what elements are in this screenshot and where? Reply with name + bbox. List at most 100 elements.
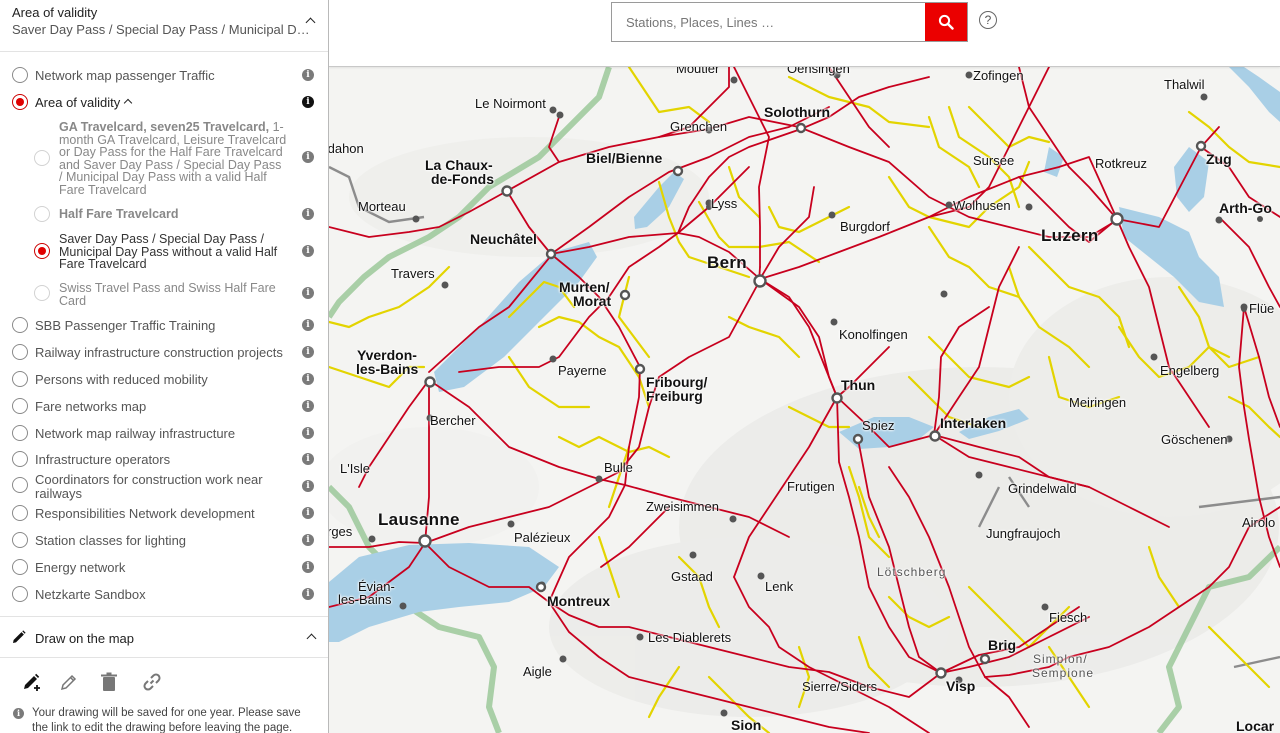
- layer-item-infrastructure-operators[interactable]: Infrastructure operators i: [0, 451, 328, 469]
- place-label: Le Noirmont: [475, 96, 546, 111]
- place-label: Lyss: [711, 196, 738, 211]
- sublayer-item-swiss-travel-pass[interactable]: Swiss Travel Pass and Swiss Half Fare Ca…: [0, 280, 328, 308]
- info-icon[interactable]: i: [302, 400, 314, 412]
- place-label: Luzern: [1041, 226, 1099, 245]
- layer-radio[interactable]: [12, 398, 28, 414]
- layer-item-netzkarte-sandbox[interactable]: Netzkarte Sandbox i: [0, 586, 328, 604]
- info-icon[interactable]: i: [302, 151, 314, 163]
- layer-item-construction-coordinators[interactable]: Coordinators for construction work near …: [0, 472, 328, 502]
- layer-item-fare-networks[interactable]: Fare networks map i: [0, 398, 328, 416]
- info-icon[interactable]: i: [302, 96, 314, 108]
- place-label: Sion: [731, 717, 762, 733]
- sublayer-item-half-fare-travelcard[interactable]: Half Fare Travelcard i: [0, 206, 328, 224]
- place-label: Spiez: [862, 418, 895, 433]
- draw-section-header[interactable]: Draw on the map: [0, 616, 328, 658]
- info-icon[interactable]: i: [302, 534, 314, 546]
- place-label: Sierre/Siders: [802, 679, 878, 694]
- layer-label: Coordinators for construction work near …: [35, 472, 263, 501]
- layer-item-railway-infrastructure[interactable]: Network map railway infrastructure i: [0, 425, 328, 443]
- layer-radio[interactable]: [12, 586, 28, 602]
- place-label: Montreux: [547, 593, 610, 609]
- place-label: de-Fonds: [431, 171, 494, 187]
- place-label: Grindelwald: [1008, 481, 1077, 496]
- layer-radio-selected[interactable]: [12, 94, 28, 110]
- layer-radio[interactable]: [12, 505, 28, 521]
- layer-item-railway-construction[interactable]: Railway infrastructure construction proj…: [0, 344, 328, 362]
- sublayer-item-saver-day-pass[interactable]: Saver Day Pass / Special Day Pass / Muni…: [0, 232, 328, 272]
- place-label: Engelberg: [1160, 363, 1220, 378]
- layer-label: Network map railway infrastructure: [35, 426, 236, 441]
- help-icon[interactable]: ?: [979, 11, 997, 29]
- info-icon[interactable]: i: [302, 346, 314, 358]
- layer-item-network-map-passenger-traffic[interactable]: Network map passenger Traffic i: [0, 66, 328, 84]
- place-label: Aigle: [523, 664, 552, 679]
- info-icon[interactable]: i: [302, 208, 314, 220]
- info-icon: i: [13, 708, 24, 719]
- map-canvas[interactable]: Moutier Oensingen Zofingen Thalwil Le No…: [329, 67, 1280, 733]
- sublayer-label: Swiss Travel Pass and Swiss Half Fare Ca…: [59, 281, 276, 308]
- info-icon[interactable]: i: [302, 287, 314, 299]
- place-label: Sempione: [1032, 666, 1095, 680]
- search-icon: [938, 14, 954, 30]
- draw-section-title: Draw on the map: [35, 631, 134, 646]
- layer-item-sbb-training[interactable]: SBB Passenger Traffic Training i: [0, 317, 328, 335]
- place-label: Zug: [1206, 151, 1232, 167]
- trash-icon[interactable]: [98, 671, 120, 693]
- info-icon[interactable]: i: [302, 453, 314, 465]
- info-icon[interactable]: i: [302, 69, 314, 81]
- place-label: Fiesch: [1049, 610, 1088, 625]
- sublayer-radio[interactable]: [34, 206, 50, 222]
- layer-label: Energy network: [35, 560, 126, 575]
- search-button[interactable]: [925, 3, 967, 41]
- place-label: Travers: [391, 266, 435, 281]
- layer-item-network-development[interactable]: Responsibilities Network development i: [0, 505, 328, 523]
- place-label: Biel/Bienne: [586, 150, 663, 166]
- pencil-edit-icon[interactable]: [58, 671, 80, 693]
- layer-item-energy-network[interactable]: Energy network i: [0, 559, 328, 577]
- layer-label: Fare networks map: [35, 399, 147, 414]
- layer-radio[interactable]: [12, 344, 28, 360]
- sublayer-item-ga-travelcard[interactable]: GA Travelcard, seven25 Travelcard, 1-mon…: [0, 119, 328, 197]
- layer-radio[interactable]: [12, 371, 28, 387]
- chevron-up-icon[interactable]: [123, 98, 133, 108]
- info-icon[interactable]: i: [302, 245, 314, 257]
- info-icon[interactable]: i: [302, 319, 314, 331]
- chevron-up-icon[interactable]: [306, 633, 317, 644]
- area-of-validity-header[interactable]: Area of validity Saver Day Pass / Specia…: [0, 0, 328, 52]
- layer-radio[interactable]: [12, 317, 28, 333]
- place-label: L'Isle: [340, 461, 370, 476]
- place-label: Göschenen: [1161, 432, 1228, 447]
- sublayer-radio-selected[interactable]: [34, 243, 50, 259]
- layer-item-station-classes[interactable]: Station classes for lighting i: [0, 532, 328, 550]
- layer-radio[interactable]: [12, 532, 28, 548]
- search-input[interactable]: [612, 3, 924, 41]
- layer-label: Netzkarte Sandbox: [35, 587, 146, 602]
- info-icon[interactable]: i: [302, 427, 314, 439]
- layer-item-area-of-validity[interactable]: Area of validity i: [0, 93, 328, 111]
- place-label: Simplon/: [1033, 652, 1088, 666]
- place-label: Sursee: [973, 153, 1015, 168]
- layer-label: Railway infrastructure construction proj…: [35, 345, 283, 360]
- layer-item-reduced-mobility[interactable]: Persons with reduced mobility i: [0, 371, 328, 389]
- place-label: Lenk: [765, 579, 794, 594]
- header-subtitle: Saver Day Pass / Special Day Pass / Muni…: [12, 22, 312, 37]
- sublayer-radio[interactable]: [34, 285, 50, 301]
- info-icon[interactable]: i: [302, 507, 314, 519]
- layer-radio[interactable]: [12, 67, 28, 83]
- pencil-add-icon[interactable]: [21, 671, 43, 693]
- place-label: Bern: [707, 253, 747, 272]
- place-label: Burgdorf: [840, 219, 890, 234]
- info-icon[interactable]: i: [302, 561, 314, 573]
- layer-radio[interactable]: [12, 451, 28, 467]
- info-icon[interactable]: i: [302, 588, 314, 600]
- link-icon[interactable]: [141, 671, 163, 693]
- info-icon[interactable]: i: [302, 480, 314, 492]
- layer-radio[interactable]: [12, 425, 28, 441]
- layer-label: Network map passenger Traffic: [35, 68, 215, 83]
- place-label: Zweisimmen: [646, 499, 719, 514]
- place-label: Neuchâtel: [470, 231, 537, 247]
- layer-radio[interactable]: [12, 477, 28, 493]
- sublayer-radio[interactable]: [34, 150, 50, 166]
- info-icon[interactable]: i: [302, 373, 314, 385]
- layer-radio[interactable]: [12, 559, 28, 575]
